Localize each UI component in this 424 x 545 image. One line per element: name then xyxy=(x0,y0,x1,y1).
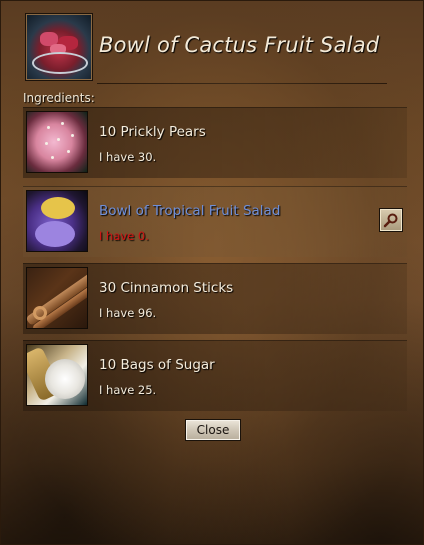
tropical-fruit-salad-icon xyxy=(26,190,88,252)
ingredients-label: Ingredients: xyxy=(23,91,95,105)
ingredient-name: 30 Cinnamon Sticks xyxy=(99,280,234,296)
cinnamon-sticks-icon xyxy=(26,267,88,329)
window-title: Bowl of Cactus Fruit Salad xyxy=(99,33,380,57)
ingredient-name-link[interactable]: Bowl of Tropical Fruit Salad xyxy=(99,203,280,219)
magnifier-icon xyxy=(383,213,398,228)
ingredient-row-bags-of-sugar[interactable]: 10 Bags of Sugar I have 25. xyxy=(23,340,407,411)
ingredient-row-prickly-pears[interactable]: 10 Prickly Pears I have 30. xyxy=(23,107,407,178)
ingredient-have-count: I have 96. xyxy=(99,306,157,320)
close-button[interactable]: Close xyxy=(185,419,241,441)
sugar-bags-icon xyxy=(26,344,88,406)
cactus-fruit-salad-bowl-icon xyxy=(25,13,93,81)
ingredient-have-count: I have 30. xyxy=(99,150,157,164)
title-divider xyxy=(97,83,387,84)
recipe-window: Bowl of Cactus Fruit Salad Ingredients: … xyxy=(0,0,424,545)
view-recipe-button[interactable] xyxy=(379,208,403,232)
ingredient-have-count: I have 25. xyxy=(99,383,157,397)
ingredient-row-cinnamon-sticks[interactable]: 30 Cinnamon Sticks I have 96. xyxy=(23,263,407,334)
prickly-pear-icon xyxy=(26,111,88,173)
ingredient-name: 10 Bags of Sugar xyxy=(99,357,215,373)
ingredient-row-tropical-fruit-salad[interactable]: Bowl of Tropical Fruit Salad I have 0. xyxy=(23,186,407,257)
ingredient-have-count: I have 0. xyxy=(99,229,149,243)
ingredient-name: 10 Prickly Pears xyxy=(99,124,206,140)
